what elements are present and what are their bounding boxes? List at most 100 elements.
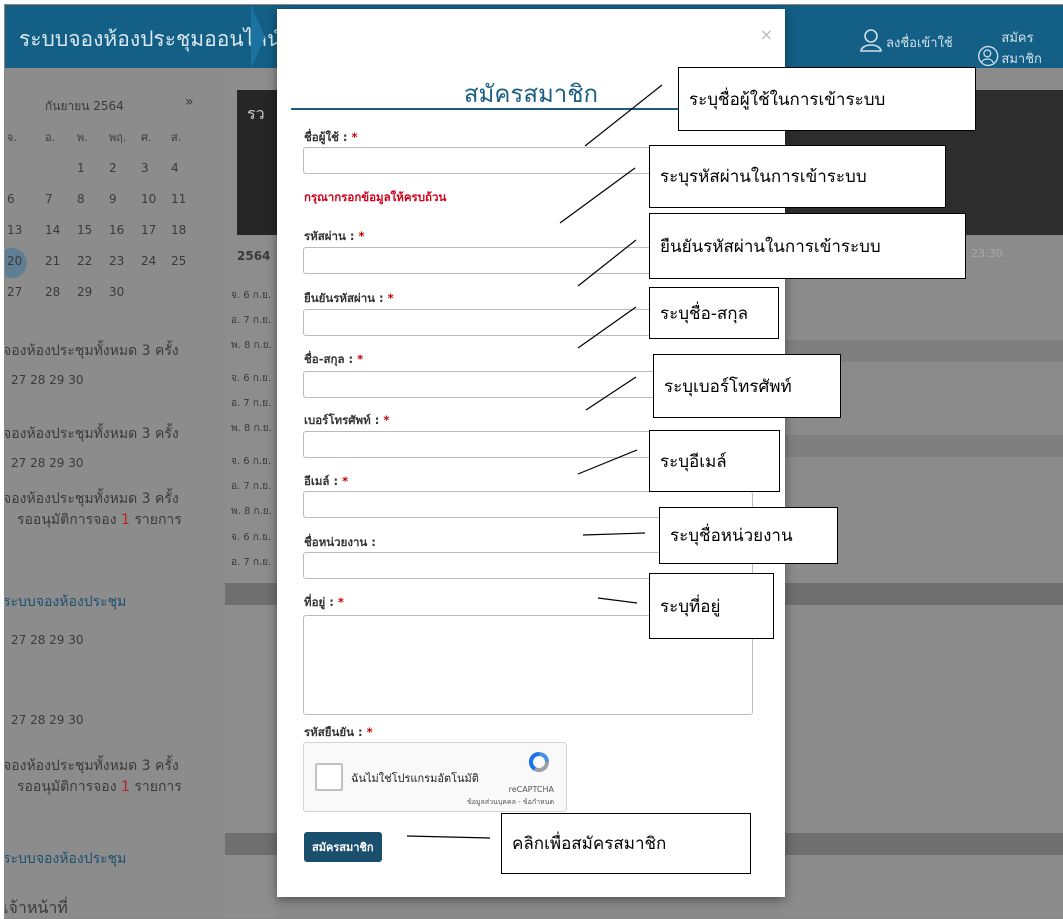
calendar-day[interactable]: 14 bbox=[45, 223, 60, 237]
fullname-label: ชื่อ-สกุล : * bbox=[304, 352, 364, 366]
calendar-month: กันยายน 2564 bbox=[45, 99, 124, 113]
calendar-day[interactable]: 4 bbox=[171, 161, 179, 175]
recaptcha-terms[interactable]: ข้อมูลส่วนบุคคล - ข้อกำหนด bbox=[467, 797, 554, 808]
calendar-day[interactable]: 21 bbox=[45, 254, 60, 268]
callout-password: ระบุรหัสผ่านในการเข้าระบบ bbox=[649, 145, 946, 208]
calendar-row: 27 28 29 30 bbox=[11, 456, 84, 470]
year-label: 2564 bbox=[237, 249, 271, 263]
callout-submit: คลิกเพื่อสมัครสมาชิก bbox=[501, 813, 751, 874]
callout-address: ระบุที่อยู่ bbox=[649, 573, 774, 639]
callout-fullname: ระบุชื่อ-สกุล bbox=[649, 287, 779, 339]
callout-username: ระบุชื่อผู้ใช้ในการเข้าระบบ bbox=[678, 67, 976, 131]
calendar-day[interactable]: 13 bbox=[7, 223, 22, 237]
email-label: อีเมล์ : * bbox=[304, 474, 349, 488]
captcha-label: รหัสยืนยัน : * bbox=[304, 725, 373, 739]
recaptcha-text: ฉันไม่ใช่โปรแกรมอัตโนมัติ bbox=[351, 772, 479, 785]
pending-text: รออนุมัติการจอง 1 รายการ bbox=[17, 779, 182, 795]
confirm-password-label: ยืนยันรหัสผ่าน : * bbox=[304, 291, 394, 305]
calendar-row: 27 28 29 30 bbox=[11, 373, 84, 387]
close-icon[interactable]: × bbox=[760, 25, 773, 44]
callout-confirm: ยืนยันรหัสผ่านในการเข้าระบบ bbox=[649, 213, 966, 279]
calendar-day[interactable]: 1 bbox=[77, 161, 85, 175]
calendar-day[interactable]: 25 bbox=[171, 254, 186, 268]
register-nav-item[interactable]: สมัครสมาชิก bbox=[977, 27, 1063, 69]
day-label: พ. 8 ก.ย. bbox=[231, 506, 272, 517]
calendar-day[interactable]: 18 bbox=[171, 223, 186, 237]
booking-total: จองห้องประชุมทั้งหมด 3 ครั้ง bbox=[4, 343, 179, 359]
day-label: อ. 7 ก.ย. bbox=[231, 557, 272, 568]
pending-text: รออนุมัติการจอง 1 รายการ bbox=[17, 512, 182, 528]
calendar-day[interactable]: 22 bbox=[77, 254, 92, 268]
register-button[interactable]: สมัครสมาชิก bbox=[304, 832, 382, 862]
day-label: อ. 7 ก.ย. bbox=[231, 315, 272, 326]
day-label: จ. 6 ก.ย. bbox=[231, 456, 272, 467]
time-label: 23:30 bbox=[971, 247, 1003, 260]
banner-text: รว bbox=[247, 104, 265, 123]
recaptcha-widget: ฉันไม่ใช่โปรแกรมอัตโนมัติ reCAPTCHA ข้อม… bbox=[303, 742, 567, 812]
recaptcha-brand: reCAPTCHA bbox=[508, 785, 554, 794]
weekday-header: พฤ. bbox=[109, 131, 127, 144]
user-add-icon bbox=[978, 45, 999, 67]
phone-label: เบอร์โทรศัพท์ : * bbox=[304, 413, 390, 427]
calendar-row: 27 28 29 30 bbox=[11, 633, 84, 647]
login-label: ลงชื่อเข้าใช้ bbox=[886, 36, 953, 51]
register-label: สมัครสมาชิก bbox=[1001, 31, 1042, 67]
calendar-day[interactable]: 29 bbox=[77, 285, 92, 299]
weekday-header: ส. bbox=[171, 131, 182, 144]
calendar-day[interactable]: 15 bbox=[77, 223, 92, 237]
login-nav-item[interactable]: ลงชื่อเข้าใช้ bbox=[858, 27, 953, 53]
recaptcha-icon bbox=[528, 751, 550, 773]
weekday-header: พ. bbox=[77, 131, 88, 144]
left-sidebar: กันยายน 2564 » จ. อ. พ. พฤ. ศ. ส. 1 2 3 4 6 7 8 9 10 11… bbox=[5, 68, 225, 918]
username-label: ชื่อผู้ใช้ : * bbox=[304, 130, 358, 144]
banner-left: รว bbox=[237, 90, 277, 235]
booking-total: จองห้องประชุมทั้งหมด 3 ครั้ง bbox=[4, 758, 179, 774]
calendar-day[interactable]: 11 bbox=[171, 192, 186, 206]
password-label: รหัสผ่าน : * bbox=[304, 229, 365, 243]
calendar-day[interactable]: 16 bbox=[109, 223, 124, 237]
brand-title[interactable]: ระบบจองห้องประชุมออนไลน์ bbox=[19, 23, 281, 56]
user-login-icon bbox=[860, 29, 882, 52]
weekday-header: จ. bbox=[7, 131, 17, 144]
calendar-day[interactable]: 10 bbox=[141, 192, 156, 206]
error-message: กรุณากรอกข้อมูลให้ครบถ้วน bbox=[304, 190, 447, 204]
callout-phone: ระบุเบอร์โทรศัพท์ bbox=[653, 354, 841, 418]
calendar-day[interactable]: 9 bbox=[109, 192, 117, 206]
system-link[interactable]: ระบบจองห้องประชุม bbox=[5, 848, 126, 870]
calendar-day[interactable]: 20 bbox=[7, 254, 22, 268]
calendar-day[interactable]: 7 bbox=[45, 192, 53, 206]
calendar-row: 27 28 29 30 bbox=[11, 713, 84, 727]
weekday-header: ศ. bbox=[141, 131, 152, 144]
weekday-header: อ. bbox=[45, 131, 56, 144]
calendar-day[interactable]: 8 bbox=[77, 192, 85, 206]
address-label: ที่อยู่ : * bbox=[304, 595, 344, 609]
calendar-day[interactable]: 23 bbox=[109, 254, 124, 268]
calendar-next-icon[interactable]: » bbox=[185, 94, 194, 110]
brand-arrow bbox=[251, 5, 265, 68]
calendar-day[interactable]: 6 bbox=[7, 192, 15, 206]
calendar-day[interactable]: 28 bbox=[45, 285, 60, 299]
booking-total: จองห้องประชุมทั้งหมด 3 ครั้ง bbox=[4, 491, 179, 507]
staff-label[interactable]: เจ้าหน้าที่ bbox=[5, 896, 68, 918]
callout-organization: ระบุชื่อหน่วยงาน bbox=[659, 507, 838, 564]
screenshot-frame: ระบบจองห้องประชุมออนไลน์ ลงชื่อเข้าใช้ ส… bbox=[4, 4, 1063, 919]
calendar-day[interactable]: 17 bbox=[141, 223, 156, 237]
calendar-day[interactable]: 3 bbox=[141, 161, 149, 175]
calendar-day[interactable]: 27 bbox=[7, 285, 22, 299]
day-label: จ. 6 ก.ย. bbox=[231, 532, 272, 543]
organization-label: ชื่อหน่วยงาน : bbox=[304, 535, 376, 549]
day-label: จ. 6 ก.ย. bbox=[231, 373, 272, 384]
day-label: จ. 6 ก.ย. bbox=[231, 290, 272, 301]
day-label: อ. 7 ก.ย. bbox=[231, 398, 272, 409]
schedule-row bbox=[785, 435, 1063, 457]
calendar-day[interactable]: 24 bbox=[141, 254, 156, 268]
calendar-day[interactable]: 2 bbox=[109, 161, 117, 175]
recaptcha-checkbox[interactable] bbox=[315, 763, 343, 791]
day-label: พ. 8 ก.ย. bbox=[231, 340, 272, 351]
booking-total: จองห้องประชุมทั้งหมด 3 ครั้ง bbox=[4, 426, 179, 442]
day-label: อ. 7 ก.ย. bbox=[231, 481, 272, 492]
callout-email: ระบุอีเมล์ bbox=[649, 430, 780, 492]
calendar-day[interactable]: 30 bbox=[109, 285, 124, 299]
day-label: พ. 8 ก.ย. bbox=[231, 423, 272, 434]
system-link[interactable]: ระบบจองห้องประชุม bbox=[5, 591, 126, 613]
